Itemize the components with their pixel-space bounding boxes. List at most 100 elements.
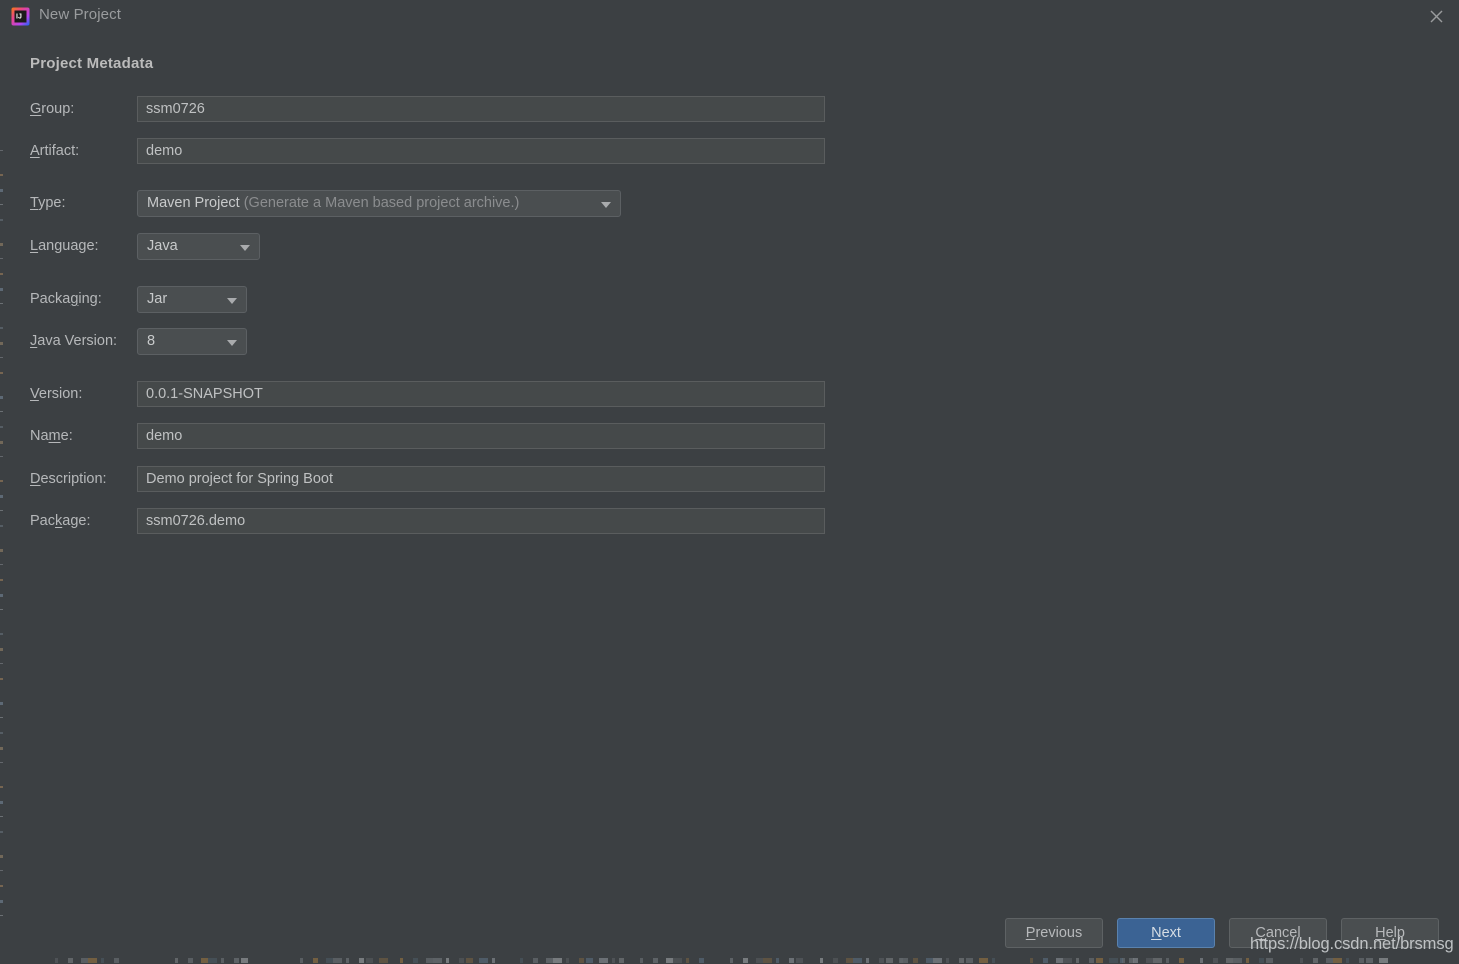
bottom-strip-pixel xyxy=(413,958,418,963)
bottom-strip-pixel xyxy=(1120,958,1123,963)
edge-artifact-pixel xyxy=(0,258,3,259)
bottom-strip-pixel xyxy=(68,958,73,963)
section-title: Project Metadata xyxy=(30,55,154,72)
text-input[interactable]: demo xyxy=(137,138,825,164)
edge-artifact-pixel xyxy=(0,357,3,358)
bottom-strip-pixel xyxy=(459,958,464,963)
edge-artifact-pixel xyxy=(0,564,3,565)
bottom-strip-pixel xyxy=(346,958,349,963)
bottom-strip-pixel xyxy=(619,958,624,963)
bottom-strip-pixel xyxy=(886,958,893,963)
edge-artifact-pixel xyxy=(0,786,3,788)
edge-artifact-pixel xyxy=(0,525,3,527)
edge-artifact-pixel xyxy=(0,594,3,597)
bottom-strip-pixel xyxy=(1153,958,1162,963)
edge-artifact-pixel xyxy=(0,243,3,246)
bottom-strip-pixel xyxy=(1313,958,1318,963)
dropdown-value: Jar xyxy=(147,291,168,307)
edge-artifact-pixel xyxy=(0,219,3,221)
edge-artifact-pixel xyxy=(0,174,3,176)
dropdown-select[interactable]: Maven Project (Generate a Maven based pr… xyxy=(137,190,621,217)
bottom-strip-pixel xyxy=(1109,958,1118,963)
bottom-strip-pixel xyxy=(1166,958,1169,963)
bottom-strip-pixel xyxy=(241,958,248,963)
bottom-strip-pixel xyxy=(933,958,942,963)
chevron-down-icon xyxy=(240,244,250,251)
edge-artifact-pixel xyxy=(0,663,3,664)
bottom-strip-pixel xyxy=(833,958,838,963)
edge-artifact-pixel xyxy=(0,372,3,374)
bottom-strip-pixel xyxy=(175,958,178,963)
bottom-strip-pixel xyxy=(479,958,488,963)
field-label: Packaging: xyxy=(30,291,102,307)
text-input[interactable]: Demo project for Spring Boot xyxy=(137,466,825,492)
edge-artifact-pixel xyxy=(0,915,3,916)
edge-artifact-pixel xyxy=(0,747,3,750)
bottom-strip-pixel xyxy=(1089,958,1094,963)
bottom-strip-pixel xyxy=(1346,958,1349,963)
chevron-down-icon xyxy=(227,339,237,346)
bottom-strip-pixel xyxy=(221,958,224,963)
edge-artifact-pixel xyxy=(0,480,3,482)
next-button[interactable]: Next xyxy=(1117,918,1215,948)
edge-artifact-pixel xyxy=(0,411,3,412)
bottom-strip-pixel xyxy=(900,958,903,963)
svg-text:IJ: IJ xyxy=(16,14,22,21)
edge-artifact-pixel xyxy=(0,831,3,833)
bottom-strip-pixel xyxy=(55,958,58,963)
window-title: New Project xyxy=(39,6,121,23)
bottom-strip-pixel xyxy=(599,958,608,963)
edge-artifact-pixel xyxy=(0,885,3,887)
field-label: Group: xyxy=(30,101,75,117)
close-icon[interactable] xyxy=(1414,0,1459,32)
dropdown-select[interactable]: Java xyxy=(137,233,260,260)
bottom-strip-pixel xyxy=(1133,958,1138,963)
window-edge-artifacts xyxy=(0,0,3,964)
edge-artifact-pixel xyxy=(0,702,3,705)
bottom-strip-pixel xyxy=(1379,958,1388,963)
dropdown-value: Java xyxy=(147,238,178,254)
edge-artifact-pixel xyxy=(0,609,3,610)
edge-artifact-pixel xyxy=(0,762,3,763)
text-input[interactable]: ssm0726.demo xyxy=(137,508,825,534)
chevron-down-icon xyxy=(227,297,237,304)
bottom-strip-pixel xyxy=(666,958,673,963)
edge-artifact-pixel xyxy=(0,648,3,651)
bottom-strip-pixel xyxy=(313,958,318,963)
bottom-strip-pixel xyxy=(1030,958,1033,963)
bottom-strip-pixel xyxy=(546,958,553,963)
bottom-strip-pixel xyxy=(776,958,779,963)
field-label: Artifact: xyxy=(30,143,80,159)
edge-artifact-pixel xyxy=(0,870,3,871)
bottom-strip-pixel xyxy=(579,958,584,963)
text-input[interactable]: 0.0.1-SNAPSHOT xyxy=(137,381,825,407)
edge-artifact-pixel xyxy=(0,189,3,192)
previous-button[interactable]: Previous xyxy=(1005,918,1103,948)
dropdown-select[interactable]: Jar xyxy=(137,286,247,313)
bottom-strip-pixel xyxy=(686,958,689,963)
field-label: Version: xyxy=(30,386,83,402)
bottom-strip-pixel xyxy=(366,958,373,963)
edge-artifact-pixel xyxy=(0,396,3,399)
bottom-strip-pixel xyxy=(300,958,303,963)
dropdown-select[interactable]: 8 xyxy=(137,328,247,355)
edge-artifact-pixel xyxy=(0,288,3,291)
bottom-strip-pixel xyxy=(1096,958,1103,963)
bottom-strip-pixel xyxy=(1266,958,1273,963)
text-input[interactable]: ssm0726 xyxy=(137,96,825,122)
bottom-strip-pixel xyxy=(326,958,333,963)
dropdown-hint: (Generate a Maven based project archive.… xyxy=(239,195,520,211)
bottom-strip-pixel xyxy=(553,958,562,963)
chevron-down-icon xyxy=(601,201,611,208)
bottom-strip-pixel xyxy=(846,958,853,963)
bottom-strip-pixel xyxy=(208,958,217,963)
bottom-strip-pixel xyxy=(612,958,615,963)
edge-artifact-pixel xyxy=(0,273,3,275)
bottom-strip-pixel xyxy=(379,958,388,963)
text-input[interactable]: demo xyxy=(137,423,825,449)
bottom-strip-pixel xyxy=(946,958,949,963)
bottom-strip-pixel xyxy=(926,958,933,963)
bottom-strip-pixel xyxy=(1326,958,1333,963)
edge-artifact-pixel xyxy=(0,549,3,552)
edge-artifact-pixel xyxy=(0,855,3,858)
